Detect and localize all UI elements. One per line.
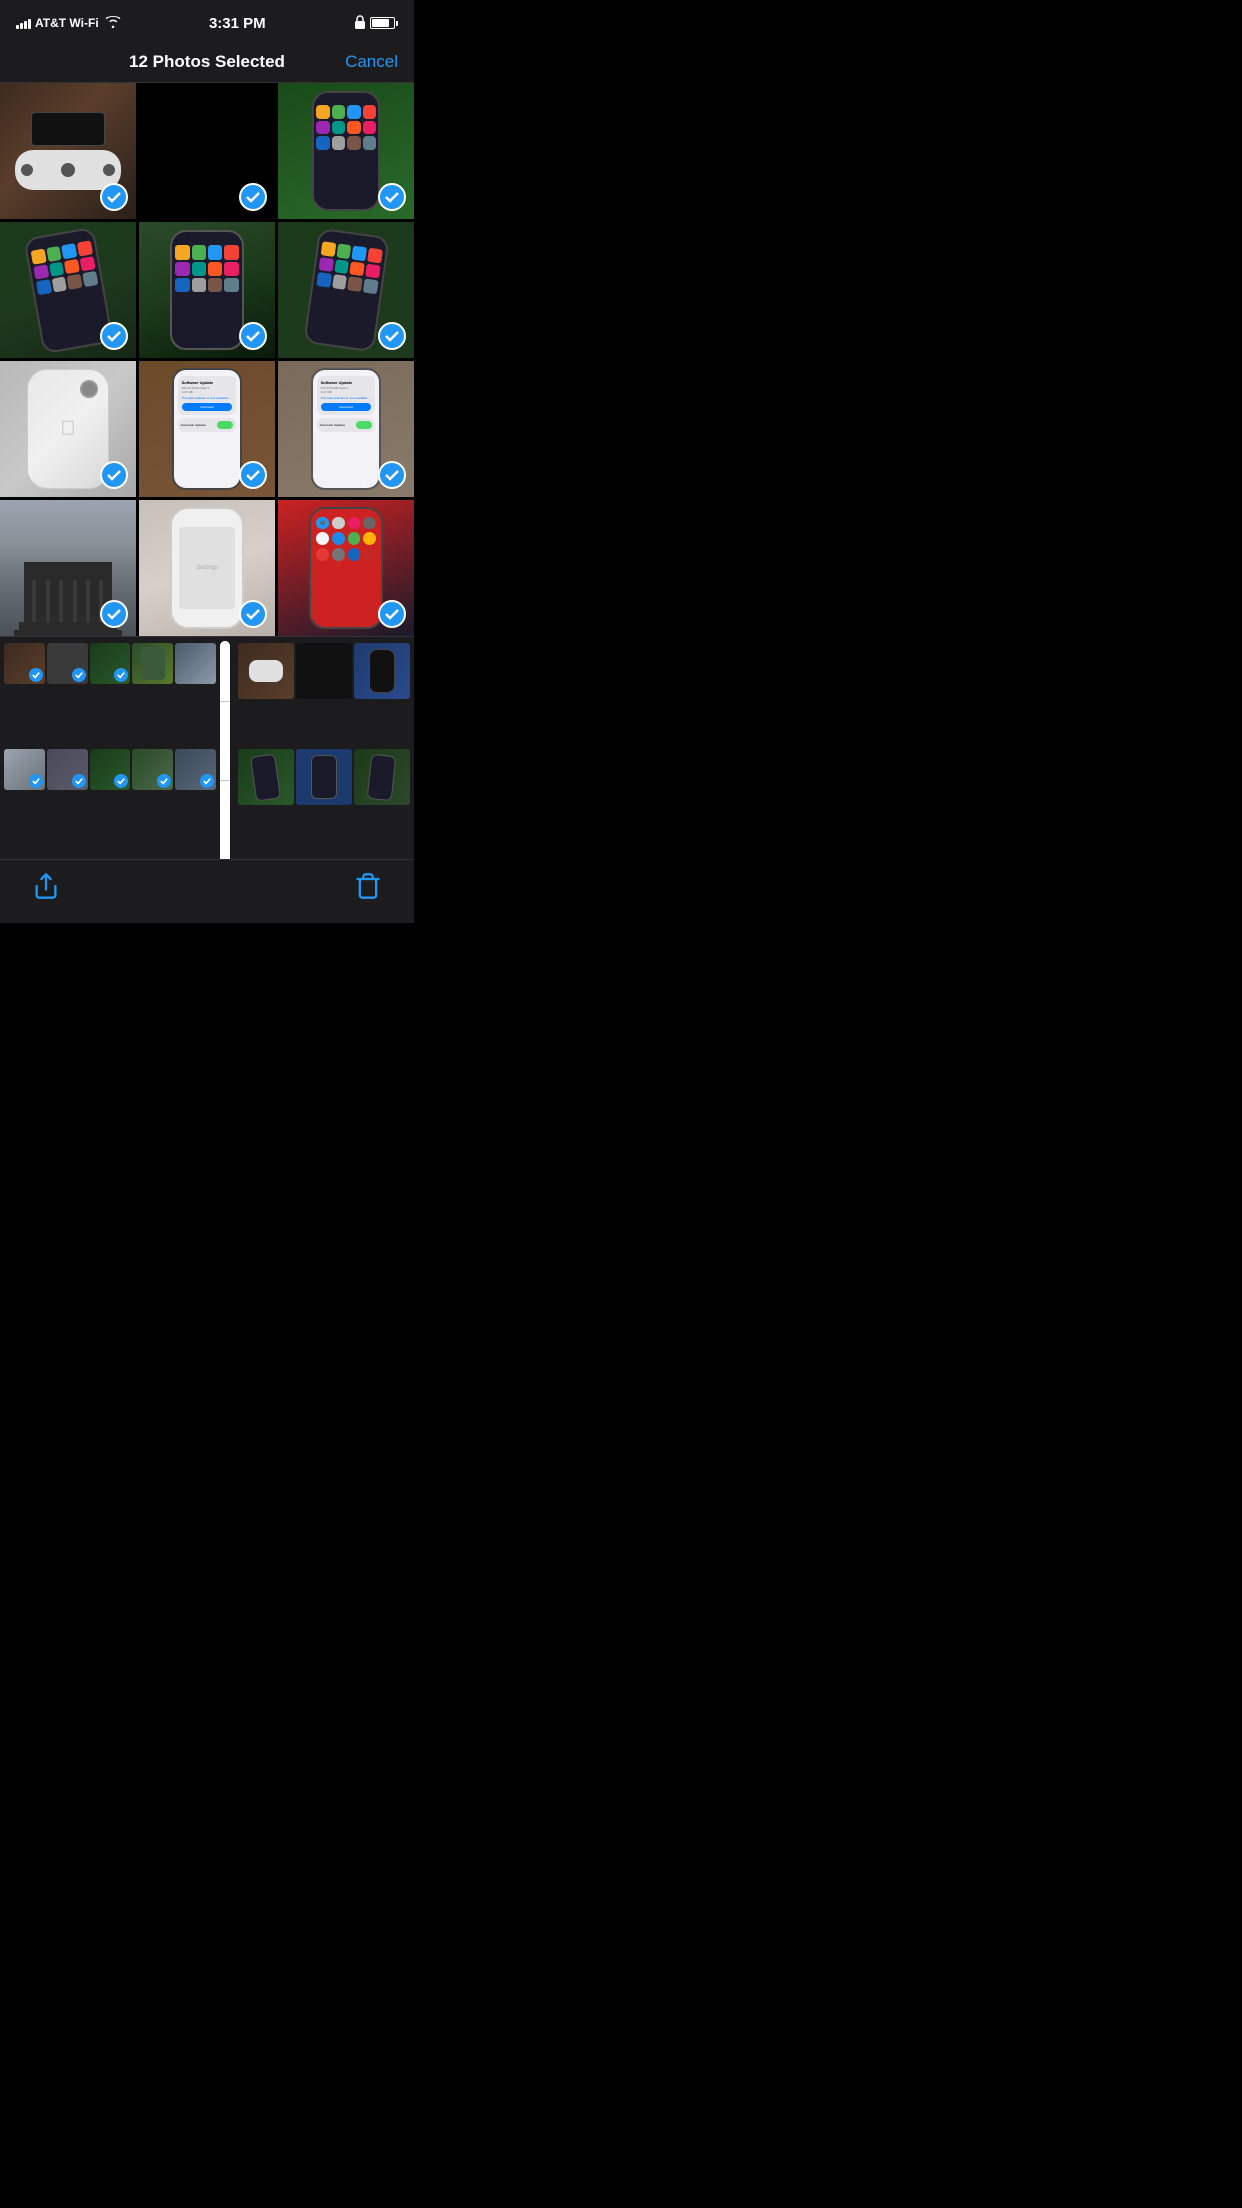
bottom-toolbar xyxy=(0,859,414,923)
copy-photos-button[interactable]: Copy Photos xyxy=(220,641,230,702)
photo-cell-11[interactable]: Settings xyxy=(139,500,275,636)
signal-icon xyxy=(16,17,31,29)
thumb-check-9 xyxy=(157,774,171,788)
lock-icon xyxy=(354,15,366,32)
right-thumb-2[interactable] xyxy=(296,643,352,699)
thumb-check-1 xyxy=(29,668,43,682)
thumb-check-2 xyxy=(72,668,86,682)
bottom-panel: Copy Photos Add to Shared Album xyxy=(0,636,414,859)
battery-icon xyxy=(370,17,398,29)
thumb-5[interactable] xyxy=(175,643,216,684)
thumb-9[interactable] xyxy=(132,749,173,790)
thumb-check-3 xyxy=(114,668,128,682)
nav-bar: 12 Photos Selected Cancel xyxy=(0,44,414,83)
right-thumbnail-strip xyxy=(234,637,414,859)
photo-grid:  Software Update iOS 13 Public beta 3 3… xyxy=(0,83,414,636)
thumb-check-6 xyxy=(29,774,43,788)
thumb-1[interactable] xyxy=(4,643,45,684)
thumb-10[interactable] xyxy=(175,749,216,790)
photo-cell-10[interactable] xyxy=(0,500,136,636)
thumb-4[interactable] xyxy=(132,643,173,684)
thumb-check-7 xyxy=(72,774,86,788)
right-thumb-1[interactable] xyxy=(238,643,294,699)
thumbnail-strip xyxy=(0,637,220,859)
status-time: 3:31 PM xyxy=(209,15,266,32)
selection-check-2 xyxy=(239,183,267,211)
selection-check-7 xyxy=(100,461,128,489)
share-button[interactable] xyxy=(32,872,60,903)
selection-check-12 xyxy=(378,600,406,628)
photo-cell-3[interactable] xyxy=(278,83,414,219)
thumb-6[interactable] xyxy=(4,749,45,790)
right-thumb-6[interactable] xyxy=(354,749,410,805)
carrier-info: AT&T Wi-Fi xyxy=(16,16,121,31)
actions-menu: Copy Photos Add to Shared Album xyxy=(220,641,230,859)
selection-check-10 xyxy=(100,600,128,628)
right-thumb-5[interactable] xyxy=(296,749,352,805)
photo-cell-6[interactable] xyxy=(278,222,414,358)
photo-cell-9[interactable]: Software Update iOS 13 Public beta 3 3.1… xyxy=(278,361,414,497)
status-bar: AT&T Wi-Fi 3:31 PM xyxy=(0,0,414,44)
photo-cell-1[interactable] xyxy=(0,83,136,219)
right-thumb-4[interactable] xyxy=(238,749,294,805)
thumb-8[interactable] xyxy=(90,749,131,790)
add-to-album-button[interactable]: Add to Album xyxy=(220,781,230,859)
thumb-7[interactable] xyxy=(47,749,88,790)
right-thumb-3[interactable] xyxy=(354,643,410,699)
add-to-shared-album-button[interactable]: Add to Shared Album xyxy=(220,702,230,781)
photo-cell-4[interactable] xyxy=(0,222,136,358)
page-title: 12 Photos Selected xyxy=(76,52,338,72)
selection-check-9 xyxy=(378,461,406,489)
photo-cell-8[interactable]: Software Update iOS 13 Public beta 3 3.1… xyxy=(139,361,275,497)
thumb-2[interactable] xyxy=(47,643,88,684)
photo-cell-2[interactable] xyxy=(139,83,275,219)
selection-check-6 xyxy=(378,322,406,350)
bottom-content: Copy Photos Add to Shared Album xyxy=(0,637,414,859)
battery-area xyxy=(354,15,398,32)
selection-check-3 xyxy=(378,183,406,211)
cancel-button[interactable]: Cancel xyxy=(338,52,398,72)
thumb-3[interactable] xyxy=(90,643,131,684)
selection-check-8 xyxy=(239,461,267,489)
selection-check-5 xyxy=(239,322,267,350)
selection-check-1 xyxy=(100,183,128,211)
delete-button[interactable] xyxy=(354,872,382,903)
thumb-check-8 xyxy=(114,774,128,788)
photo-cell-7[interactable]:  xyxy=(0,361,136,497)
photo-cell-12[interactable]: 📹 xyxy=(278,500,414,636)
selection-check-4 xyxy=(100,322,128,350)
selection-check-11 xyxy=(239,600,267,628)
photo-cell-5[interactable] xyxy=(139,222,275,358)
thumb-check-10 xyxy=(200,774,214,788)
carrier-label: AT&T Wi-Fi xyxy=(35,16,99,30)
wifi-icon xyxy=(105,16,121,31)
